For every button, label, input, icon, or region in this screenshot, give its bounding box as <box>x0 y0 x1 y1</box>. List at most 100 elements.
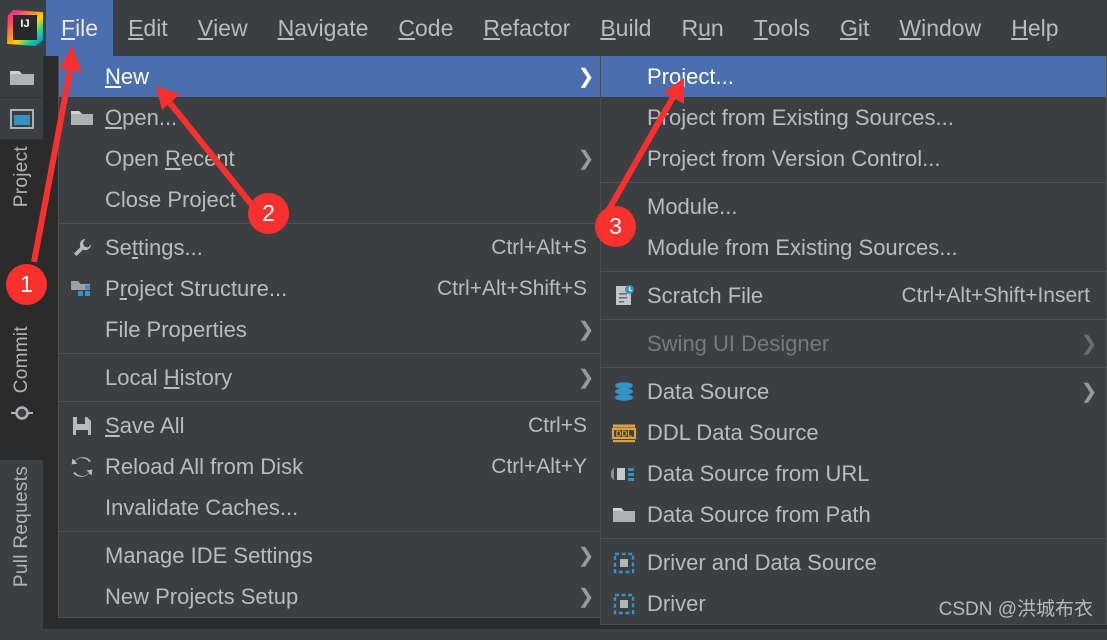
chevron-right-icon: ❯ <box>1080 379 1106 404</box>
submenu-item-data-source[interactable]: Data Source ❯ <box>601 371 1106 412</box>
menu-item-label: File Properties <box>105 317 577 343</box>
submenu-item-project-from-version-control[interactable]: Project from Version Control... <box>601 138 1106 179</box>
menu-item-label: Reload All from Disk <box>105 454 491 480</box>
datasource-url-icon <box>601 453 647 494</box>
submenu-item-label: Project... <box>647 64 1106 90</box>
submenu-item-label: Driver and Data Source <box>647 550 1106 576</box>
menu-item-close-project[interactable]: Close Project <box>59 179 603 220</box>
submenu-item-label: Scratch File <box>647 283 902 309</box>
scratch-file-icon <box>601 275 647 316</box>
sidebar-item-label: Commit <box>11 320 33 399</box>
menubar-item-view[interactable]: View <box>183 0 263 56</box>
menubar-item-refactor[interactable]: Refactor <box>468 0 585 56</box>
annotation-marker-3: 3 <box>595 206 636 247</box>
submenu-item-label: Module from Existing Sources... <box>647 235 1106 261</box>
chevron-right-icon: ❯ <box>1080 331 1106 356</box>
menu-item-label: New Projects Setup <box>105 584 577 610</box>
intellij-logo-icon: IJ <box>4 7 46 49</box>
commit-icon <box>10 399 34 425</box>
submenu-item-label: Project from Existing Sources... <box>647 105 1106 131</box>
save-icon <box>59 405 105 446</box>
menu-item-reload-all-from-disk[interactable]: Reload All from Disk Ctrl+Alt+Y <box>59 446 603 487</box>
submenu-item-label: Swing UI Designer <box>647 331 1080 357</box>
menu-item-save-all[interactable]: Save All Ctrl+S <box>59 405 603 446</box>
database-icon <box>601 371 647 412</box>
driver-icon <box>601 583 647 624</box>
menu-item-settings[interactable]: Settings... Ctrl+Alt+S <box>59 227 603 268</box>
menu-item-accelerator: Ctrl+Alt+Shift+S <box>437 277 603 301</box>
menubar-item-edit[interactable]: Edit <box>113 0 183 56</box>
submenu-item-label: Data Source from Path <box>647 502 1106 528</box>
menubar-item-help[interactable]: Help <box>996 0 1073 56</box>
menu-item-label: Close Project <box>105 187 603 213</box>
menu-bar: IJ File Edit View Navigate Code Refactor… <box>0 0 1107 56</box>
submenu-item-accelerator: Ctrl+Alt+Shift+Insert <box>902 284 1107 308</box>
menu-separator <box>601 367 1106 368</box>
menubar-item-run[interactable]: Run <box>666 0 738 56</box>
menu-item-accelerator: Ctrl+Alt+S <box>491 236 603 260</box>
menu-item-label: Manage IDE Settings <box>105 543 577 569</box>
sidebar-item-pull-requests[interactable]: Pull Requests <box>0 460 44 640</box>
file-menu-dropdown: New ❯ Open... Open Recent ❯ Close Projec… <box>58 56 604 618</box>
menubar-item-navigate[interactable]: Navigate <box>263 0 384 56</box>
menu-item-label: Invalidate Caches... <box>105 495 603 521</box>
submenu-item-ddl-data-source[interactable]: DDL DDL Data Source <box>601 412 1106 453</box>
submenu-item-module-from-existing-sources[interactable]: Module from Existing Sources... <box>601 227 1106 268</box>
logo-text: IJ <box>20 18 29 30</box>
submenu-item-project[interactable]: Project... <box>601 56 1106 97</box>
submenu-item-scratch-file[interactable]: Scratch File Ctrl+Alt+Shift+Insert <box>601 275 1106 316</box>
menu-item-file-properties[interactable]: File Properties ❯ <box>59 309 603 350</box>
submenu-item-label: DDL Data Source <box>647 420 1106 446</box>
new-submenu: Project... Project from Existing Sources… <box>600 56 1107 625</box>
menu-separator <box>601 182 1106 183</box>
driver-icon <box>601 542 647 583</box>
submenu-item-project-from-existing-sources[interactable]: Project from Existing Sources... <box>601 97 1106 138</box>
submenu-item-swing-ui-designer: Swing UI Designer ❯ <box>601 323 1106 364</box>
menu-separator <box>601 319 1106 320</box>
menu-separator <box>59 401 603 402</box>
left-tool-sidebar: Project Commit Pull Requests <box>0 56 44 629</box>
submenu-item-data-source-from-path[interactable]: Data Source from Path <box>601 494 1106 535</box>
menu-item-new[interactable]: New ❯ <box>59 56 603 97</box>
menu-item-invalidate-caches[interactable]: Invalidate Caches... <box>59 487 603 528</box>
submenu-item-driver-and-data-source[interactable]: Driver and Data Source <box>601 542 1106 583</box>
ddl-icon: DDL <box>601 412 647 453</box>
menubar-item-code[interactable]: Code <box>383 0 468 56</box>
submenu-item-data-source-from-url[interactable]: Data Source from URL <box>601 453 1106 494</box>
menu-separator <box>601 271 1106 272</box>
menu-item-project-structure[interactable]: Project Structure... Ctrl+Alt+Shift+S <box>59 268 603 309</box>
annotation-marker-1: 1 <box>6 264 47 305</box>
menubar-item-git[interactable]: Git <box>825 0 884 56</box>
reload-icon <box>59 446 105 487</box>
project-files-button[interactable] <box>0 56 44 98</box>
project-structure-icon <box>59 268 105 309</box>
svg-text:DDL: DDL <box>616 429 633 438</box>
submenu-item-label: Project from Version Control... <box>647 146 1106 172</box>
menu-separator <box>59 353 603 354</box>
menubar-item-window[interactable]: Window <box>884 0 996 56</box>
sidebar-item-label: Pull Requests <box>11 460 33 593</box>
menu-item-open-recent[interactable]: Open Recent ❯ <box>59 138 603 179</box>
menu-item-accelerator: Ctrl+S <box>528 414 603 438</box>
menu-separator <box>59 223 603 224</box>
sidebar-item-commit[interactable]: Commit <box>0 320 44 460</box>
menu-item-local-history[interactable]: Local History ❯ <box>59 357 603 398</box>
csdn-watermark: CSDN @洪城布衣 <box>939 594 1093 621</box>
submenu-item-module[interactable]: Module... <box>601 186 1106 227</box>
menu-item-open[interactable]: Open... <box>59 97 603 138</box>
submenu-item-label: Data Source from URL <box>647 461 1106 487</box>
structure-button[interactable] <box>0 98 44 140</box>
menu-separator <box>601 538 1106 539</box>
menu-item-manage-ide-settings[interactable]: Manage IDE Settings ❯ <box>59 535 603 576</box>
menu-separator <box>59 531 603 532</box>
sidebar-item-label: Project <box>11 140 33 213</box>
window-icon <box>9 108 35 130</box>
folder-icon <box>59 97 105 138</box>
folder-icon <box>9 67 35 87</box>
menubar-item-file[interactable]: File <box>46 0 113 56</box>
submenu-item-label: Data Source <box>647 379 1080 405</box>
menu-item-new-projects-setup[interactable]: New Projects Setup ❯ <box>59 576 603 617</box>
menubar-item-build[interactable]: Build <box>585 0 666 56</box>
folder-icon <box>601 494 647 535</box>
menubar-item-tools[interactable]: Tools <box>739 0 825 56</box>
